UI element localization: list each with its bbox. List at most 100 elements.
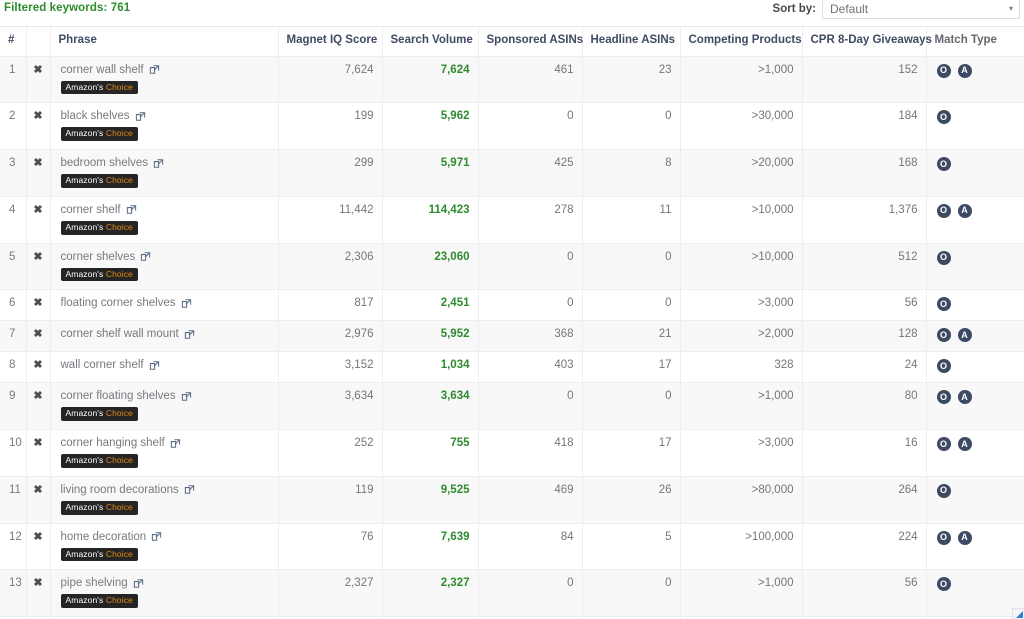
external-link-icon[interactable] [149,360,160,371]
match-type-cell: OA [926,429,1024,477]
external-link-icon[interactable] [140,251,151,262]
match-type-badge-a: A [957,530,972,545]
column-header-headline-asins[interactable]: Headline ASINs [582,27,681,57]
keyword-phrase-line: floating corner shelves [61,297,270,309]
column-header-competing-products[interactable]: Competing Products [680,27,803,57]
row-index: 13 [0,569,27,618]
column-header-sponsored-asins[interactable]: Sponsored ASINs [478,27,583,57]
keyword-phrase-text[interactable]: corner shelf wall mount [61,328,179,340]
column-header-cpr-8-day-giveaways[interactable]: CPR 8-Day Giveaways [802,27,932,57]
remove-keyword-icon[interactable]: ✖ [33,204,42,216]
match-type-badges: OA [936,328,1017,343]
column-header-delete [26,27,51,57]
sort-by-select[interactable]: Default ▾ [822,0,1020,19]
filtered-keywords-count: Filtered keywords: 761 [4,2,131,14]
keyword-phrase-text[interactable]: home decoration [61,531,147,543]
column-header-phrase[interactable]: Phrase [50,27,279,57]
headline-asins-value: 0 [582,569,681,618]
external-link-icon[interactable] [184,329,195,340]
remove-keyword-icon[interactable]: ✖ [33,484,42,496]
keyword-phrase-line: corner shelves [61,251,270,263]
match-type-cell: OA [926,320,1024,353]
sponsored-asins-value: 0 [478,289,583,322]
scroll-corner-resize-handle[interactable] [1012,608,1024,619]
table-row: 2 ✖ black shelves Amazon's Choice 199 5,962 0 0… [0,102,1024,151]
remove-keyword-icon[interactable]: ✖ [33,578,42,589]
remove-keyword-icon[interactable]: ✖ [33,251,42,263]
match-type-cell: O [926,569,1024,618]
amazons-choice-badge: Amazon's Choice [60,174,138,188]
search-volume-value: 114,423 [382,196,479,244]
column-header-search-volume[interactable]: Search Volume [382,27,479,57]
remove-keyword-icon[interactable]: ✖ [33,360,42,371]
match-type-badges: OA [936,437,1017,452]
headline-asins-value: 23 [582,56,681,104]
external-link-icon[interactable] [133,578,144,589]
keyword-phrase-text[interactable]: corner wall shelf [61,64,144,76]
external-link-icon[interactable] [153,158,164,169]
keyword-phrase-cell: corner shelves Amazon's Choice [50,243,279,291]
row-index: 8 [0,351,27,384]
keyword-phrase-text[interactable]: corner shelf [61,204,121,216]
keyword-phrase-text[interactable]: wall corner shelf [61,359,144,371]
keyword-phrase-text[interactable]: floating corner shelves [61,297,176,309]
keyword-phrase-text[interactable]: living room decorations [61,484,179,496]
competing-products-value: >3,000 [680,289,803,322]
external-link-icon[interactable] [149,64,160,75]
match-type-badge-a: A [957,63,972,78]
column-header-magnet-iq-score[interactable]: Magnet IQ Score [278,27,383,57]
remove-keyword-icon[interactable]: ✖ [33,329,42,340]
remove-keyword-icon[interactable]: ✖ [33,391,42,402]
remove-keyword-icon[interactable]: ✖ [33,111,42,122]
external-link-icon[interactable] [170,438,181,449]
external-link-icon[interactable] [181,298,192,309]
column-header-match-type[interactable]: Match Type [926,27,1024,57]
magnet-iq-score-value: 2,976 [278,320,383,353]
keyword-phrase-text[interactable]: corner shelves [61,251,136,263]
remove-keyword-icon[interactable]: ✖ [33,438,42,449]
external-link-icon[interactable] [181,391,192,402]
keyword-phrase-line: living room decorations [61,484,270,496]
external-link-icon[interactable] [135,111,146,122]
keyword-phrase-text[interactable]: corner floating shelves [61,390,176,402]
match-type-cell: OA [926,196,1024,244]
keyword-phrase-text[interactable]: pipe shelving [61,577,128,589]
amazons-choice-badge: Amazon's Choice [60,547,138,562]
keyword-phrase-line: home decoration [61,531,270,543]
keyword-table: # Phrase Magnet IQ Score Search Volume S… [0,27,1024,619]
column-header-index[interactable]: # [0,27,27,57]
amazons-choice-badge: Amazon's Choice [60,594,138,609]
keyword-phrase-cell: corner shelf wall mount [50,320,279,353]
keyword-phrase-text[interactable]: corner hanging shelf [61,437,165,449]
external-link-icon[interactable] [184,484,195,495]
headline-asins-value: 0 [582,102,681,151]
keyword-phrase-text[interactable]: black shelves [61,110,130,122]
keyword-phrase-cell: corner shelf Amazon's Choice [50,196,279,244]
external-link-icon[interactable] [126,204,137,215]
amazons-choice-amazons-text: Amazon's [65,268,104,279]
amazons-choice-badge: Amazon's Choice [60,500,138,515]
keyword-phrase-cell: black shelves Amazon's Choice [50,102,279,151]
keyword-phrase-text[interactable]: bedroom shelves [61,157,149,169]
sponsored-asins-value: 368 [478,320,583,353]
remove-keyword-icon[interactable]: ✖ [33,64,42,76]
external-link-icon[interactable] [151,531,162,542]
keyword-phrase-cell: corner floating shelves Amazon's Choice [50,382,279,431]
remove-keyword-icon[interactable]: ✖ [33,158,42,169]
keyword-phrase-cell: wall corner shelf [50,351,279,384]
row-index: 2 [0,102,27,151]
cpr-8-day-giveaways-value: 224 [802,523,927,571]
headline-asins-value: 17 [582,429,681,477]
remove-keyword-icon[interactable]: ✖ [33,531,42,543]
row-index: 1 [0,56,27,104]
remove-keyword-icon[interactable]: ✖ [33,298,42,309]
match-type-badge-a: A [957,203,972,218]
keyword-phrase-line: corner hanging shelf [61,437,270,449]
match-type-badge-a: A [957,390,972,405]
magnet-iq-score-value: 2,306 [278,243,383,291]
search-volume-value: 2,327 [382,569,479,618]
match-type-badge-o: O [936,203,951,218]
keyword-table-scroll[interactable]: # Phrase Magnet IQ Score Search Volume S… [0,26,1024,619]
remove-keyword-cell: ✖ [26,351,51,384]
sort-by-label: Sort by: [772,3,816,15]
